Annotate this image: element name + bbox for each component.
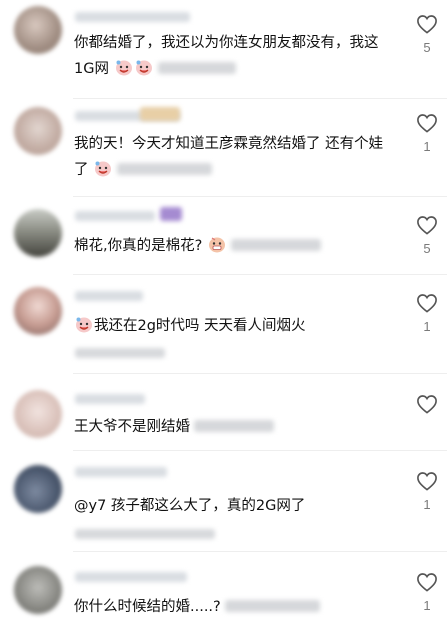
comment-item[interactable]: 我还在2g时代吗 天天看人间烟火 1 (0, 275, 447, 373)
comment-text-main: 棉花,你真的是棉花? (74, 238, 203, 254)
avatar[interactable] (14, 465, 62, 513)
comment-item[interactable]: 你什么时候结的婚.....? 1 (0, 552, 447, 634)
heart-icon (417, 216, 437, 235)
comment-text: 你什么时候结的婚.....? (74, 594, 387, 620)
comment-text-main: 王大爷不是刚结婚 (74, 419, 190, 435)
timestamp-redacted (230, 239, 321, 251)
heart-icon (417, 573, 437, 592)
like-button[interactable]: 5 (413, 215, 441, 256)
like-button[interactable]: 1 (413, 572, 441, 613)
comment-text: @y7 孩子都这么大了，真的2G网了 (74, 493, 387, 519)
like-count: 5 (423, 40, 431, 55)
avatar[interactable] (14, 107, 62, 155)
badge-redacted (160, 207, 182, 221)
username-redacted[interactable] (75, 572, 187, 582)
like-button[interactable]: 5 (413, 14, 441, 55)
grinning-emoji-icon (208, 237, 225, 253)
comment-text-main: @y7 孩子都这么大了，真的2G网了 (74, 498, 306, 514)
username-redacted[interactable] (75, 291, 143, 301)
laughing-emoji-icon (135, 60, 152, 76)
like-button[interactable] (413, 394, 441, 420)
heart-icon (417, 472, 437, 491)
timestamp-redacted (194, 420, 274, 432)
comment-list: 你都结婚了，我还以为你连女朋友都没有，我这1G网 5 我的天！今天才知道王彦霖竟… (0, 0, 447, 634)
timestamp-redacted (117, 163, 213, 175)
username-redacted[interactable] (75, 467, 167, 477)
laughing-emoji-icon (115, 60, 132, 76)
comment-text: 你都结婚了，我还以为你连女朋友都没有，我这1G网 (74, 30, 387, 82)
timestamp-redacted (75, 348, 165, 358)
comment-text-main: 你什么时候结的婚.....? (74, 599, 221, 615)
badge-redacted (140, 107, 180, 121)
comment-text: 王大爷不是刚结婚 (74, 414, 387, 440)
laughing-emoji-icon (76, 317, 92, 333)
comment-text-main: 我还在2g时代吗 天天看人间烟火 (94, 318, 306, 334)
comment-item[interactable]: 你都结婚了，我还以为你连女朋友都没有，我这1G网 5 (0, 0, 447, 98)
heart-icon (417, 294, 437, 313)
avatar[interactable] (14, 390, 62, 438)
avatar[interactable] (14, 566, 62, 614)
heart-icon (417, 15, 437, 34)
comment-item[interactable]: 我的天！今天才知道王彦霖竟然结婚了 还有个娃了 1 (0, 99, 447, 196)
comment-item[interactable]: 王大爷不是刚结婚 (0, 374, 447, 450)
comment-item[interactable]: @y7 孩子都这么大了，真的2G网了 1 (0, 451, 447, 551)
username-redacted[interactable] (75, 211, 155, 221)
like-count: 1 (423, 598, 431, 613)
comment-text: 我还在2g时代吗 天天看人间烟火 (74, 313, 387, 339)
username-redacted[interactable] (75, 394, 145, 404)
like-button[interactable]: 1 (413, 293, 441, 334)
comment-text: 棉花,你真的是棉花? (74, 233, 387, 259)
comment-text: 我的天！今天才知道王彦霖竟然结婚了 还有个娃了 (74, 131, 387, 183)
comment-item[interactable]: 棉花,你真的是棉花? 5 (0, 197, 447, 274)
like-count: 5 (423, 241, 431, 256)
laughing-emoji-icon (95, 161, 112, 177)
like-button[interactable]: 1 (413, 113, 441, 154)
like-count: 1 (423, 139, 431, 154)
avatar[interactable] (14, 287, 62, 335)
heart-icon (417, 114, 437, 133)
avatar[interactable] (14, 209, 62, 257)
timestamp-redacted (224, 600, 320, 612)
username-redacted[interactable] (75, 12, 190, 22)
timestamp-redacted (75, 529, 215, 539)
like-count: 1 (423, 497, 431, 512)
avatar[interactable] (14, 6, 62, 54)
timestamp-redacted (157, 62, 236, 74)
like-button[interactable]: 1 (413, 471, 441, 512)
like-count: 1 (423, 319, 431, 334)
heart-icon (417, 395, 437, 414)
